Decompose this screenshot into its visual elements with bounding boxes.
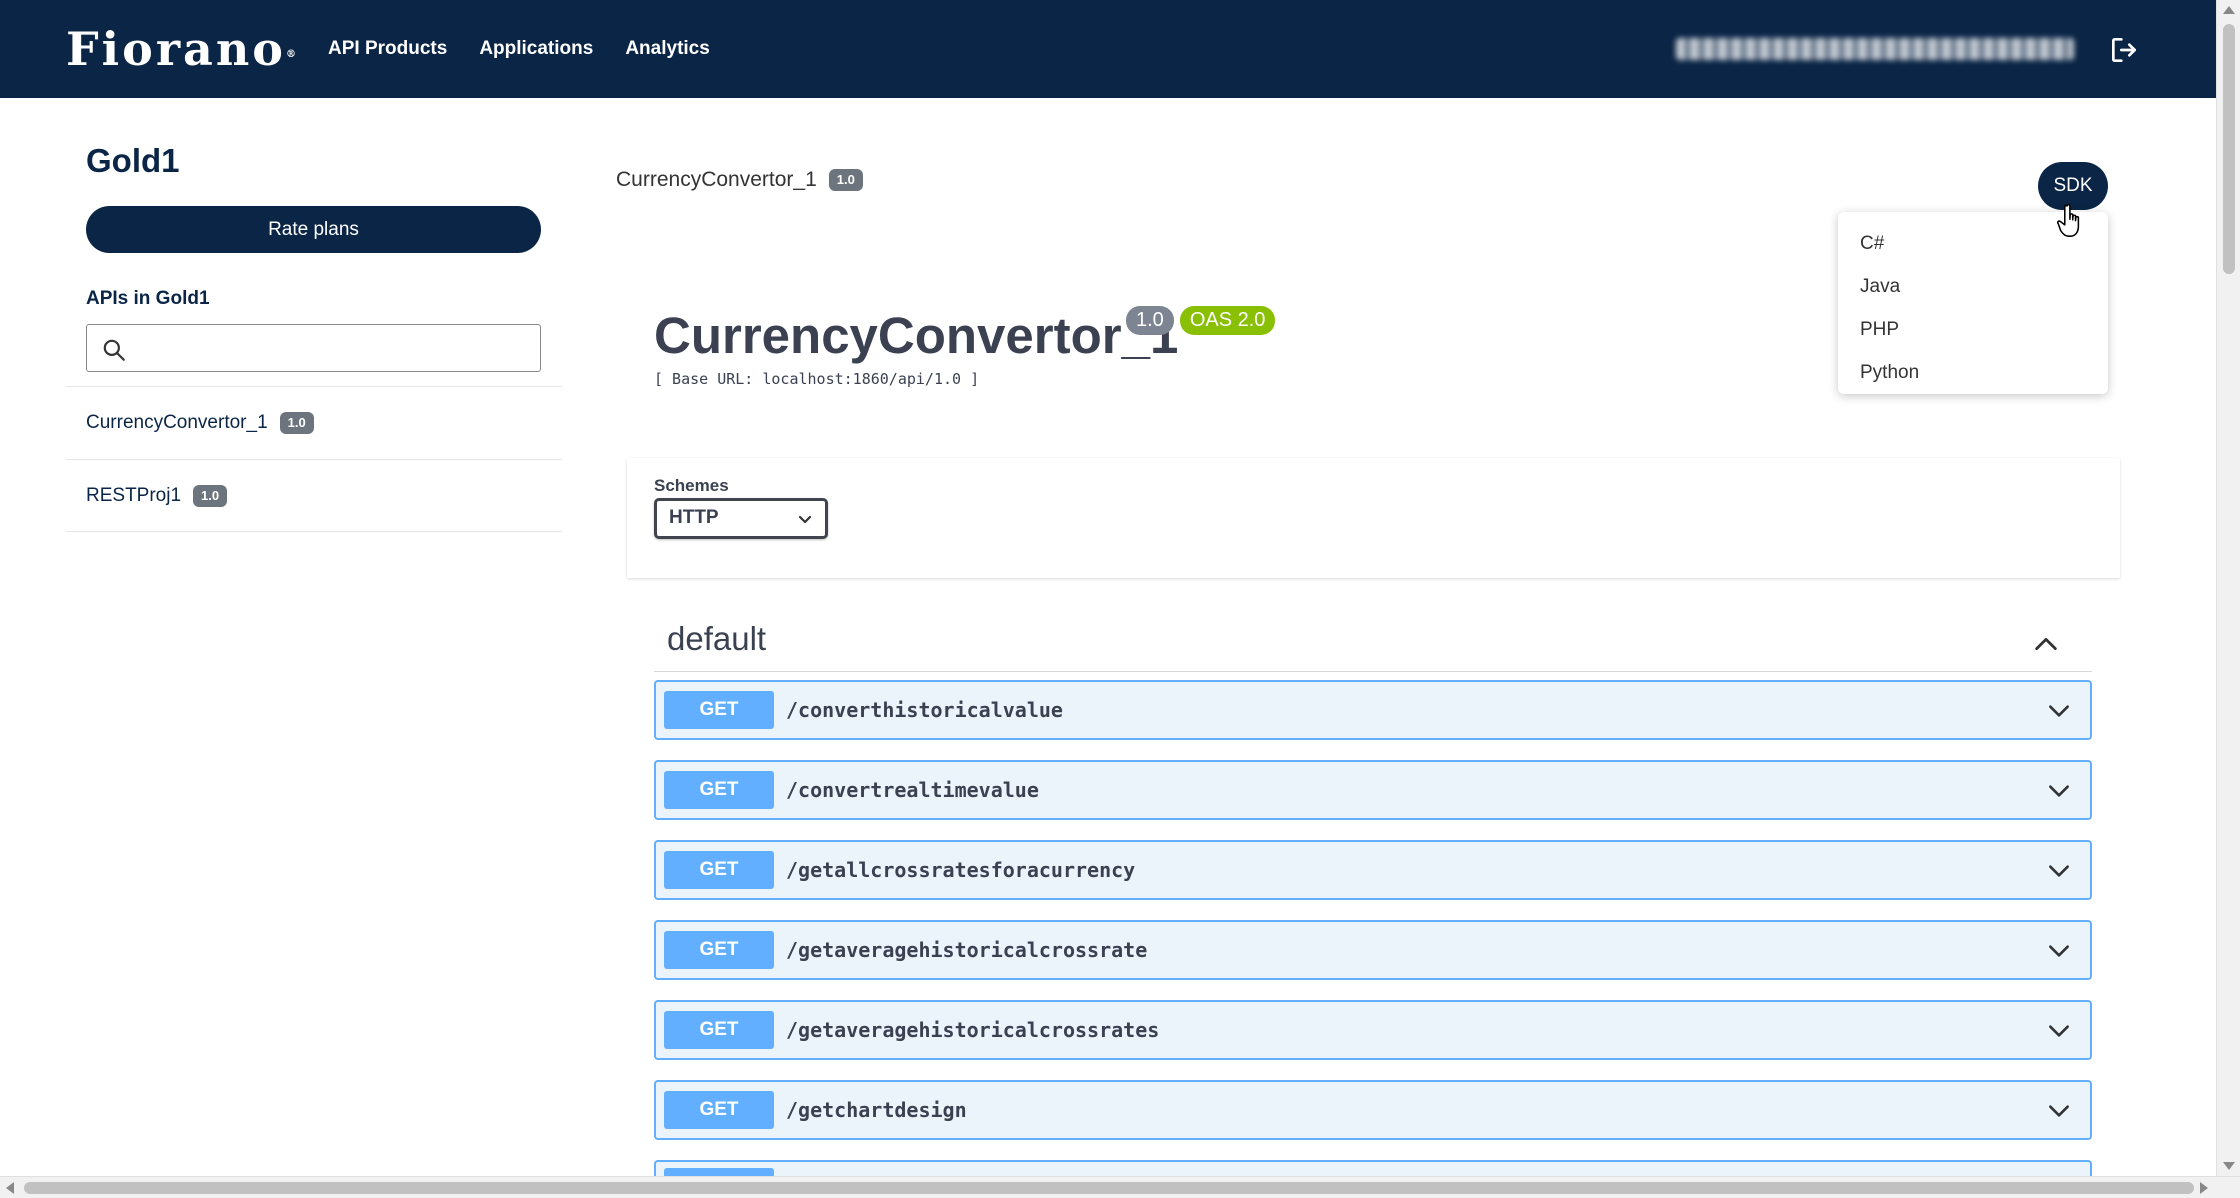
logo-registered-mark: ® [285,49,299,60]
vertical-scroll-thumb[interactable] [2223,24,2235,274]
rate-plans-button[interactable]: Rate plans [86,206,541,253]
operation-row[interactable]: GET /getchartdesign [654,1080,2092,1140]
product-title: Gold1 [86,142,180,179]
sdk-option-java[interactable]: Java [1838,265,2108,308]
api-search-input[interactable] [137,331,527,365]
horizontal-scroll-thumb[interactable] [24,1182,2194,1194]
method-badge: GET [664,931,774,969]
chevron-down-icon[interactable] [2046,778,2072,804]
api-name: CurrencyConvertor_1 [86,412,268,433]
operation-row[interactable]: GET /getaveragehistoricalcrossrate [654,920,2092,980]
api-version-badge: 1.0 [1126,306,1174,335]
api-list-item[interactable]: CurrencyConvertor_1 1.0 [66,386,562,459]
chevron-down-icon[interactable] [2046,1098,2072,1124]
operation-row[interactable]: GET /convertrealtimevalue [654,760,2092,820]
breadcrumb-version-badge: 1.0 [828,169,863,191]
method-badge: GET [664,691,774,729]
api-list: CurrencyConvertor_1 1.0 RESTProj1 1.0 [66,386,562,532]
base-url: [ Base URL: localhost:1860/api/1.0 ] [654,370,980,388]
chevron-down-icon[interactable] [2046,938,2072,964]
user-email-blurred [1676,38,2074,60]
operation-path: /getchartdesign [786,1098,967,1122]
chevron-down-icon[interactable] [2046,858,2072,884]
operation-row[interactable]: GET /getaveragehistoricalcrossrates [654,1000,2092,1060]
search-icon [103,339,125,361]
operation-path: /convertrealtimevalue [786,778,1039,802]
method-badge: GET [664,1091,774,1129]
logo-text: Fiorano [66,22,286,76]
method-badge: GET [664,851,774,889]
api-title: CurrencyConvertor_1 [654,307,1179,364]
chevron-down-icon[interactable] [2046,1018,2072,1044]
schemes-section: Schemes HTTP [627,458,2120,578]
operation-row-partial[interactable] [654,1160,2092,1178]
method-badge: GET [664,771,774,809]
nav-analytics[interactable]: Analytics [625,38,709,60]
operation-row[interactable]: GET /getallcrossratesforacurrency [654,840,2092,900]
hand-cursor-icon [2057,203,2080,237]
api-list-item[interactable]: RESTProj1 1.0 [66,459,562,532]
chevron-down-icon[interactable] [2046,698,2072,724]
operation-path: /getallcrossratesforacurrency [786,858,1136,882]
operation-path: /getaveragehistoricalcrossrate [786,938,1148,962]
logout-icon[interactable] [2108,34,2140,66]
scroll-right-arrow-icon[interactable] [2200,1182,2208,1194]
api-search-box[interactable] [86,324,541,372]
oas-version-badge: OAS 2.0 [1179,306,1276,335]
version-badge: 1.0 [193,484,228,507]
sdk-option-python[interactable]: Python [1838,351,2108,394]
nav-applications[interactable]: Applications [479,38,593,60]
operation-row[interactable]: GET /converthistoricalvalue [654,680,2092,740]
sdk-option-php[interactable]: PHP [1838,308,2108,351]
scroll-down-arrow-icon[interactable] [2223,1162,2235,1170]
tag-section-header[interactable]: default [654,612,2092,672]
horizontal-scrollbar[interactable] [0,1176,2240,1198]
tag-name: default [667,620,767,657]
nav-api-products[interactable]: API Products [328,38,447,60]
schemes-label: Schemes [654,476,729,495]
api-breadcrumb: CurrencyConvertor_1 1.0 [616,168,863,192]
operation-path: /getaveragehistoricalcrossrates [786,1018,1160,1042]
version-badge: 1.0 [279,412,314,434]
schemes-select[interactable]: HTTP [654,498,828,539]
method-badge: GET [664,1011,774,1049]
api-name: RESTProj1 [86,484,182,506]
operation-path: /converthistoricalvalue [786,698,1063,722]
schemes-selected-value: HTTP [669,507,719,528]
fiorano-logo[interactable]: Fiorano® [66,24,299,74]
apis-section-label: APIs in Gold1 [86,288,210,309]
breadcrumb-api-name: CurrencyConvertor_1 [616,168,817,191]
scroll-up-arrow-icon[interactable] [2223,6,2235,14]
scroll-left-arrow-icon[interactable] [6,1182,14,1194]
chevron-down-icon [798,515,812,524]
title-badges: 1.0 OAS 2.0 [1126,306,1276,335]
top-nav-bar: Fiorano® API Products Applications Analy… [0,0,2216,98]
chevron-up-icon[interactable] [2032,630,2060,658]
main-nav: API Products Applications Analytics [328,0,710,98]
vertical-scrollbar[interactable] [2216,0,2240,1176]
